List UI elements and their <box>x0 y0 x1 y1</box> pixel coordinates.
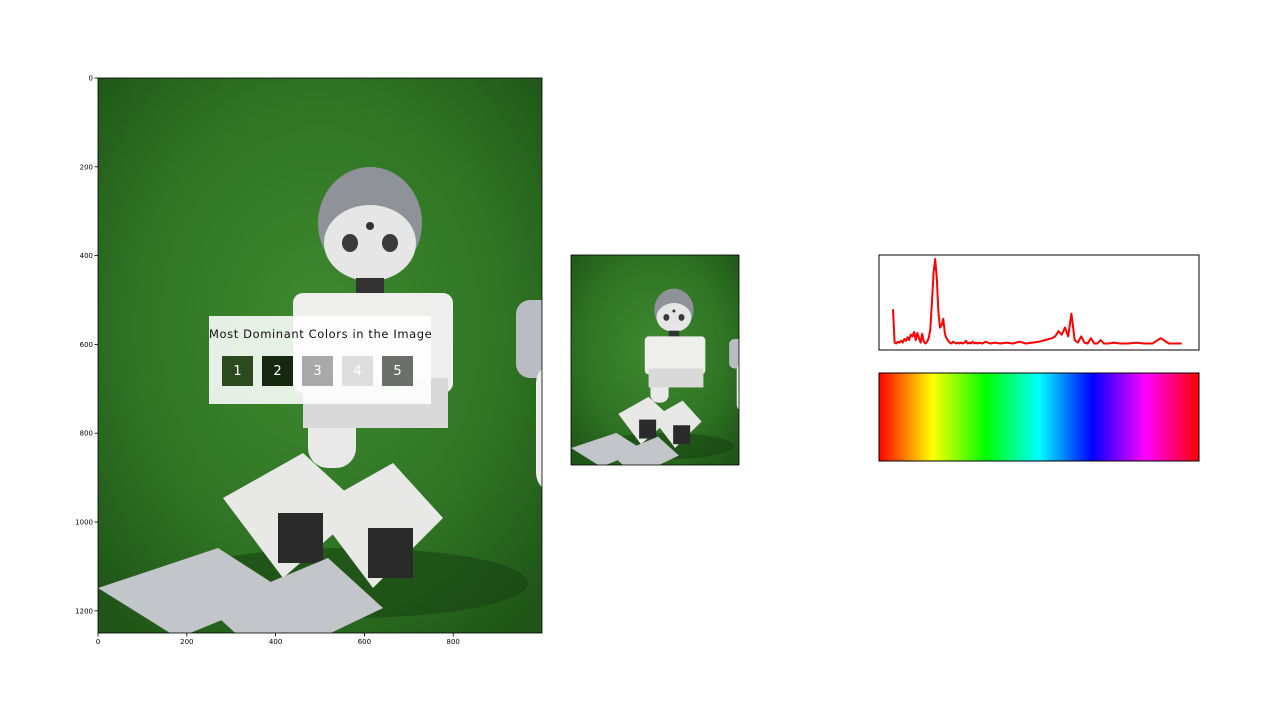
hue-spectrum-bar <box>878 372 1200 462</box>
x-tick-label: 600 <box>358 638 371 646</box>
figure-canvas: 0 200 400 600 800 0 200 400 600 800 1000 1200 <box>75 75 1200 646</box>
hue-spectrum-axes <box>878 372 1200 462</box>
y-tick-label: 400 <box>80 252 93 260</box>
hue-histogram-axes <box>878 254 1200 351</box>
histogram-frame <box>878 254 1200 351</box>
x-tick-label: 0 <box>96 638 100 646</box>
y-tick-label: 800 <box>80 430 93 438</box>
main-image-y-ticks: 0 200 400 600 800 1000 1200 <box>75 75 98 615</box>
color-swatch-3: 3 <box>302 356 333 386</box>
dominant-colors-panel: Most Dominant Colors in the Image 1 2 3 … <box>209 316 433 404</box>
swatch-label: 3 <box>313 363 322 379</box>
swatch-label: 4 <box>353 363 362 379</box>
thumbnail-image-axes <box>570 254 740 466</box>
x-tick-label: 200 <box>180 638 193 646</box>
x-tick-label: 400 <box>269 638 282 646</box>
y-tick-label: 200 <box>80 163 93 171</box>
y-tick-label: 1200 <box>75 607 93 615</box>
swatch-label: 1 <box>233 363 242 379</box>
y-tick-label: 600 <box>80 341 93 349</box>
y-tick-label: 1000 <box>75 519 93 527</box>
swatch-label: 5 <box>393 363 402 379</box>
x-tick-label: 800 <box>447 638 460 646</box>
main-image-x-ticks: 0 200 400 600 800 <box>96 633 460 646</box>
y-tick-label: 0 <box>89 75 93 83</box>
color-swatch-1: 1 <box>222 356 253 386</box>
dominant-colors-title: Most Dominant Colors in the Image <box>209 327 433 341</box>
color-swatch-5: 5 <box>382 356 413 386</box>
color-swatch-2: 2 <box>262 356 293 386</box>
swatch-label: 2 <box>273 363 282 379</box>
color-swatch-4: 4 <box>342 356 373 386</box>
